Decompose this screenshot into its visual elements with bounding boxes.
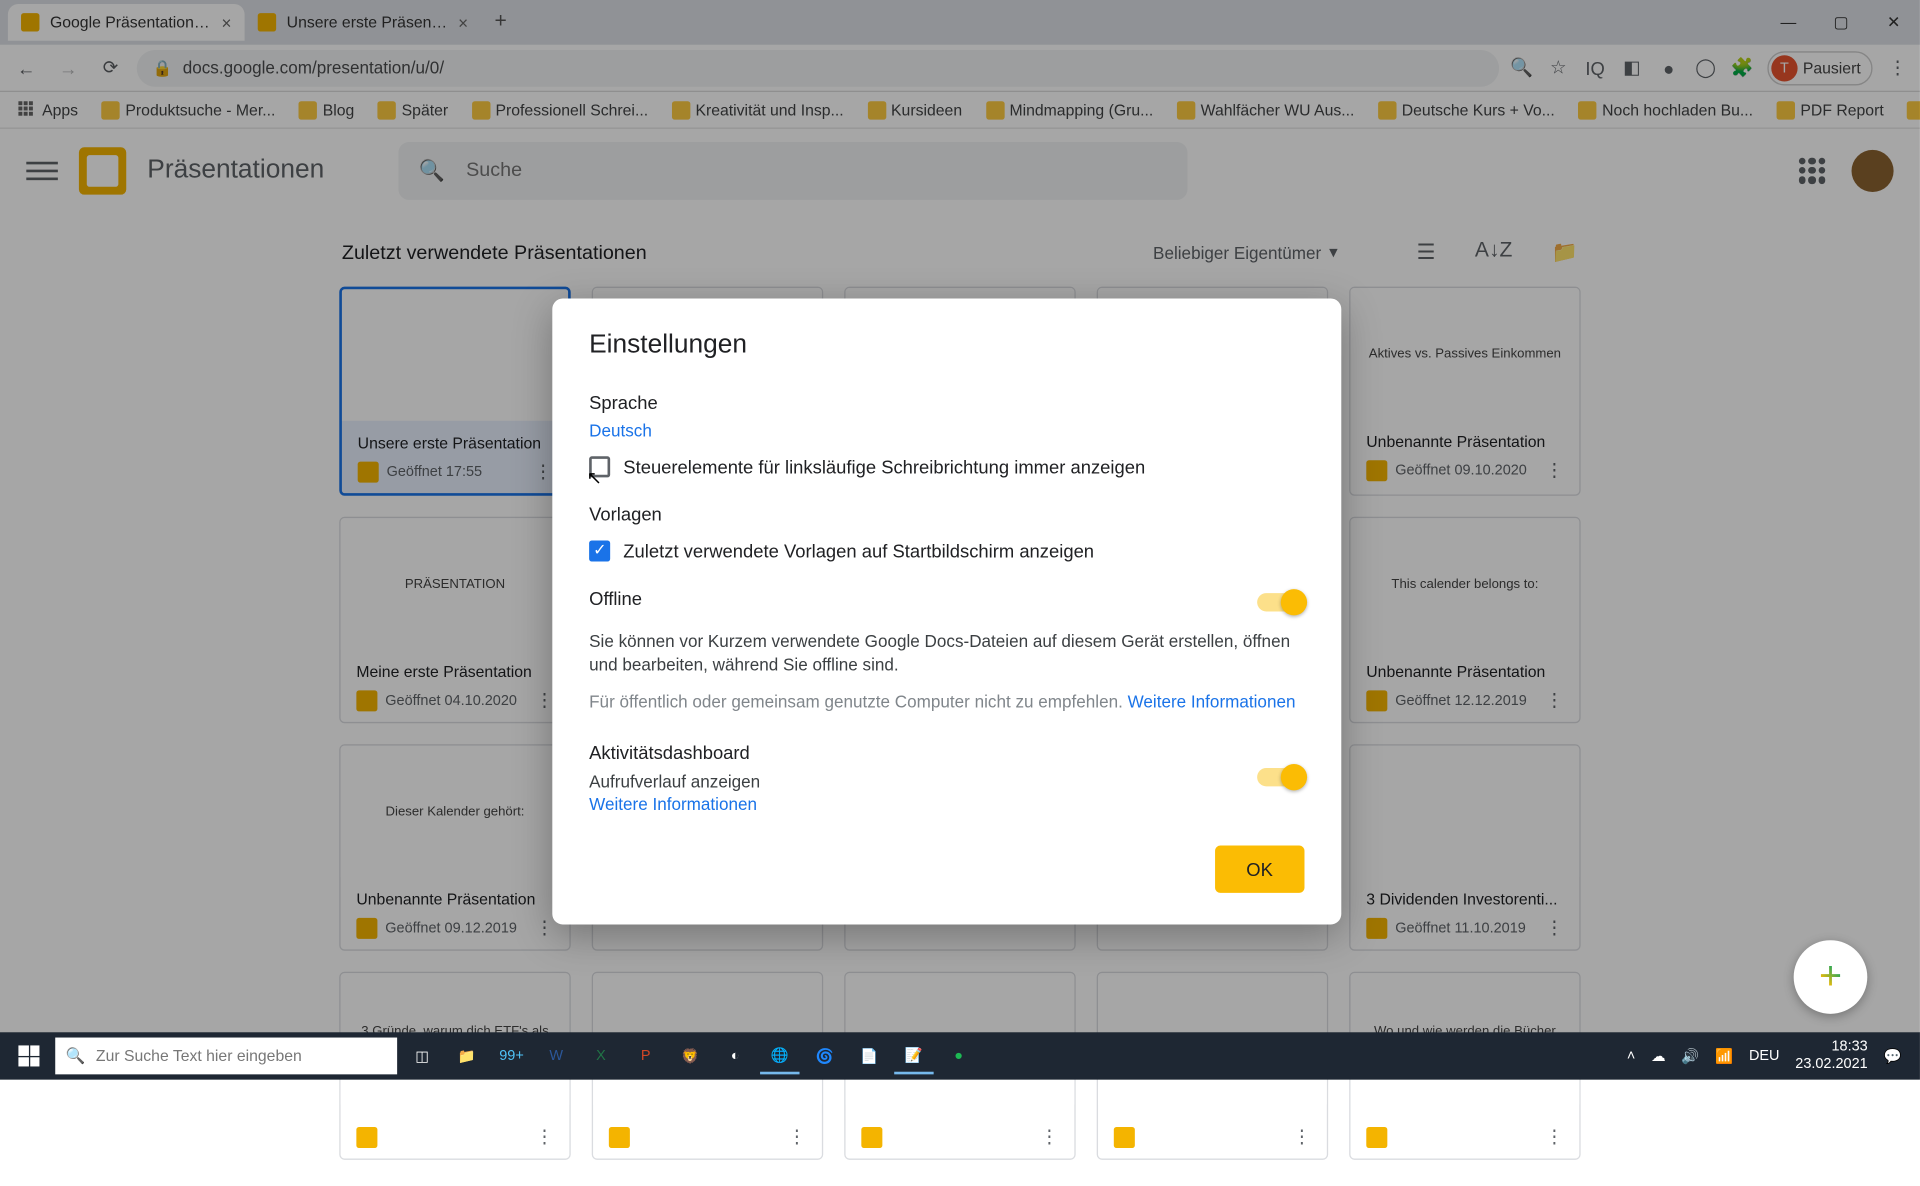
more-info-link[interactable]: Weitere Informationen [1128,692,1296,712]
card-menu-icon[interactable]: ⋮ [535,1126,553,1148]
plus-icon: + [1819,955,1842,1000]
task-view-icon[interactable]: ◫ [402,1038,441,1075]
taskbar-search[interactable]: 🔍Zur Suche Text hier eingeben [55,1038,397,1075]
tray-clock[interactable]: 18:33 23.02.2021 [1795,1039,1867,1074]
wifi-icon[interactable]: 📶 [1715,1047,1733,1064]
rtl-checkbox[interactable] [589,456,610,477]
volume-icon[interactable]: 🔊 [1681,1047,1699,1064]
ok-button[interactable]: OK [1215,845,1305,892]
offline-description: Sie können vor Kurzem verwendete Google … [589,630,1304,678]
activity-toggle[interactable] [1257,768,1304,786]
card-menu-icon[interactable]: ⋮ [788,1126,806,1148]
slides-icon [1114,1126,1135,1147]
rtl-checkbox-label: Steuerelemente für linksläufige Schreibr… [623,456,1145,477]
cloud-icon[interactable]: ☁ [1651,1047,1665,1064]
language-label: Sprache [589,392,1304,413]
tray-chevron-icon[interactable]: ˄ [1627,1048,1635,1064]
explorer-icon[interactable]: 📁 [447,1038,486,1075]
card-menu-icon[interactable]: ⋮ [1040,1126,1058,1148]
excel-icon[interactable]: X [581,1038,620,1075]
slides-icon [356,1126,377,1147]
offline-label: Offline [589,588,642,609]
templates-checkbox-label: Zuletzt verwendete Vorlagen auf Startbil… [623,540,1094,561]
edge-icon[interactable]: 🌀 [805,1038,844,1075]
app-icon[interactable]: 📝 [894,1038,933,1075]
dialog-title: Einstellungen [589,330,1304,360]
templates-label: Vorlagen [589,504,1304,525]
card-menu-icon[interactable]: ⋮ [1293,1126,1311,1148]
activity-more-info[interactable]: Weitere Informationen [589,794,760,814]
slides-icon [861,1126,882,1147]
offline-warning: Für öffentlich oder gemeinsam genutzte C… [589,691,1304,715]
slides-icon [1366,1126,1387,1147]
activity-description: Aufrufverlauf anzeigen [589,770,760,794]
new-presentation-fab[interactable]: + [1794,940,1868,1014]
app-icon[interactable]: 🦁 [671,1038,710,1075]
tray-lang[interactable]: DEU [1749,1048,1780,1064]
spotify-icon[interactable]: ● [939,1038,978,1075]
offline-toggle[interactable] [1257,593,1304,611]
slides-icon [609,1126,630,1147]
activity-label: Aktivitätsdashboard [589,741,760,762]
settings-dialog: Einstellungen Sprache Deutsch Steuerelem… [552,299,1341,925]
search-icon: 🔍 [66,1047,86,1065]
system-tray: ˄ ☁ 🔊 📶 DEU 18:33 23.02.2021 💬 [1627,1039,1912,1074]
chrome-icon[interactable]: 🌐 [760,1038,799,1075]
word-icon[interactable]: W [537,1038,576,1075]
language-link[interactable]: Deutsch [589,421,1304,441]
notifications-icon[interactable]: 💬 [1883,1047,1901,1064]
app-icon[interactable]: 99+ [492,1038,531,1075]
taskbar: 🔍Zur Suche Text hier eingeben ◫ 📁 99+ W … [0,1032,1920,1079]
powerpoint-icon[interactable]: P [626,1038,665,1075]
start-button[interactable] [8,1038,50,1075]
templates-checkbox[interactable] [589,540,610,561]
card-menu-icon[interactable]: ⋮ [1545,1126,1563,1148]
app-icon[interactable]: ◐ [715,1038,754,1075]
app-icon[interactable]: 📄 [849,1038,888,1075]
